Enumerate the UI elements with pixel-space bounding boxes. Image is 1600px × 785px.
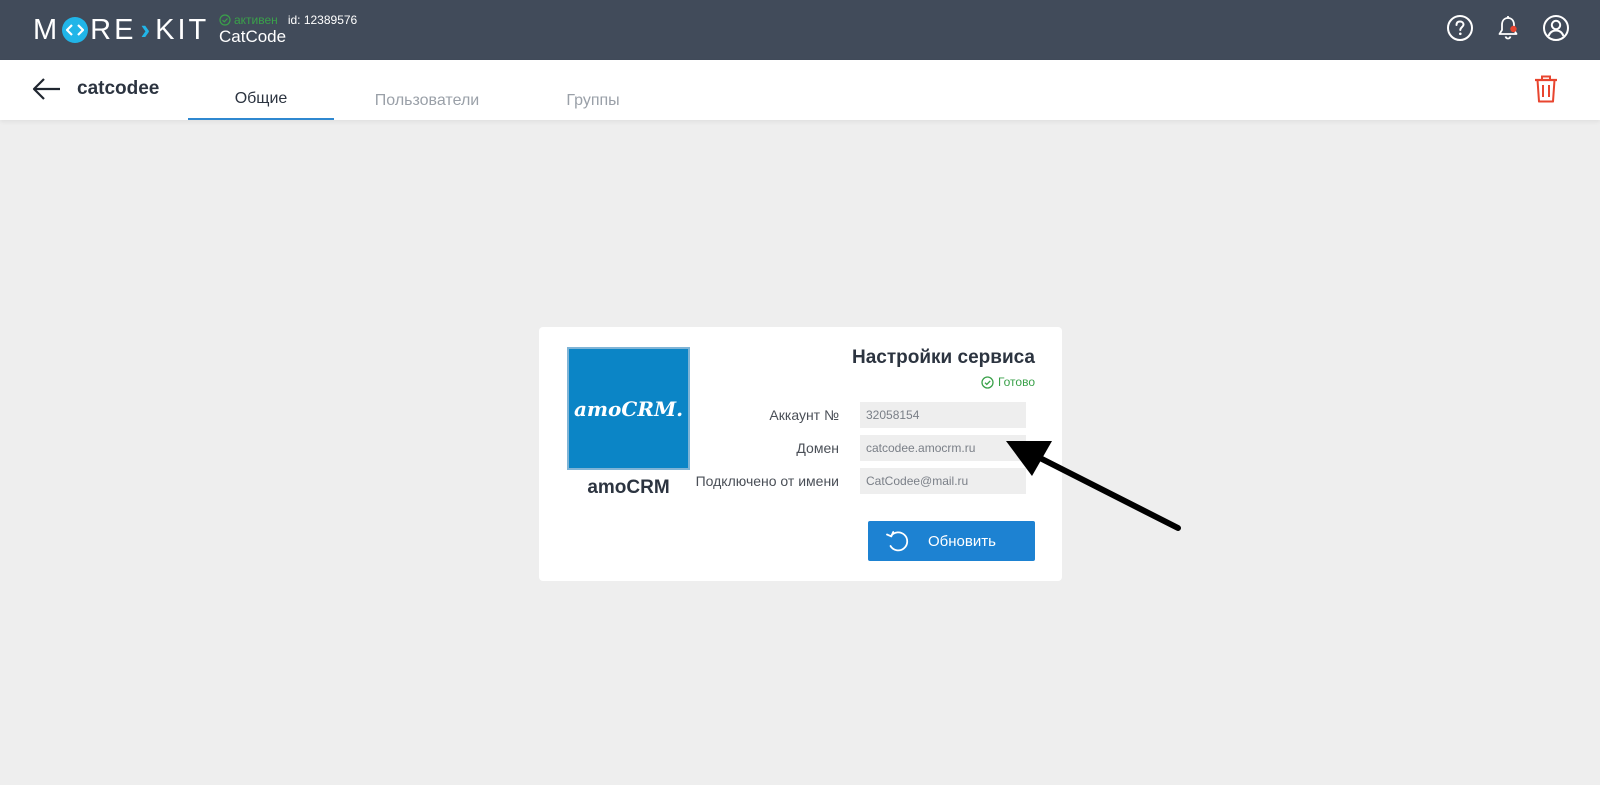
- tab-groups[interactable]: Группы: [548, 60, 638, 120]
- settings-title: Настройки сервиса: [852, 347, 1035, 368]
- logo-chevron-icon: ›: [140, 13, 154, 46]
- service-name: amoCRM: [587, 477, 670, 498]
- check-circle-icon: [219, 14, 231, 26]
- service-settings-card: amoCRM. amoCRM Настройки сервиса Готово …: [539, 327, 1062, 581]
- user-profile-icon[interactable]: [1542, 14, 1570, 42]
- company-name: CatCode: [219, 27, 287, 46]
- account-number-row: Аккаунт № 32058154: [679, 402, 1035, 428]
- morekit-logo[interactable]: M RE › KIT: [33, 14, 209, 46]
- domain-row: Домен catcodee.amocrm.ru: [679, 435, 1035, 461]
- status-active: активен: [219, 13, 278, 27]
- refresh-button-label: Обновить: [928, 532, 996, 550]
- status-active-label: активен: [234, 13, 278, 27]
- domain-label: Домен: [796, 440, 839, 456]
- account-number-label: Аккаунт №: [769, 407, 839, 423]
- connected-as-field[interactable]: CatCodee@mail.ru: [860, 468, 1026, 494]
- logo-letter-m: M: [33, 13, 61, 46]
- domain-field[interactable]: catcodee.amocrm.ru: [860, 435, 1026, 461]
- tab-general[interactable]: Общие: [188, 60, 334, 120]
- page-header: catcodee Общие Пользователи Группы: [0, 60, 1600, 120]
- top-bar: M RE › KIT активен id: 12389576 CatCode: [0, 0, 1600, 60]
- connected-as-label: Подключено от имени: [695, 473, 839, 489]
- logo-letters-kit: KIT: [155, 13, 210, 46]
- back-arrow-icon[interactable]: [32, 76, 62, 102]
- connected-as-row: Подключено от имени CatCodee@mail.ru: [679, 468, 1035, 494]
- status-ready-label: Готово: [997, 375, 1035, 389]
- account-number-field[interactable]: 32058154: [860, 402, 1026, 428]
- account-status-row: активен id: 12389576: [219, 13, 357, 27]
- logo-o-icon: [62, 17, 89, 43]
- amocrm-logo-text: amoCRM.: [573, 396, 684, 421]
- account-id: id: 12389576: [287, 13, 358, 27]
- help-icon[interactable]: [1446, 14, 1474, 42]
- check-circle-icon: [981, 375, 994, 389]
- amocrm-logo: amoCRM.: [567, 347, 690, 470]
- status-ready: Готово: [981, 375, 1035, 389]
- trash-icon[interactable]: [1533, 74, 1559, 104]
- notification-dot: [1510, 25, 1517, 33]
- tab-users[interactable]: Пользователи: [352, 60, 502, 120]
- bell-icon[interactable]: [1494, 14, 1522, 42]
- refresh-icon: [886, 531, 909, 552]
- refresh-button[interactable]: Обновить: [868, 521, 1035, 561]
- top-icons: [1446, 14, 1570, 42]
- page-title: catcodee: [77, 78, 160, 99]
- logo-letters-re: RE: [90, 13, 137, 46]
